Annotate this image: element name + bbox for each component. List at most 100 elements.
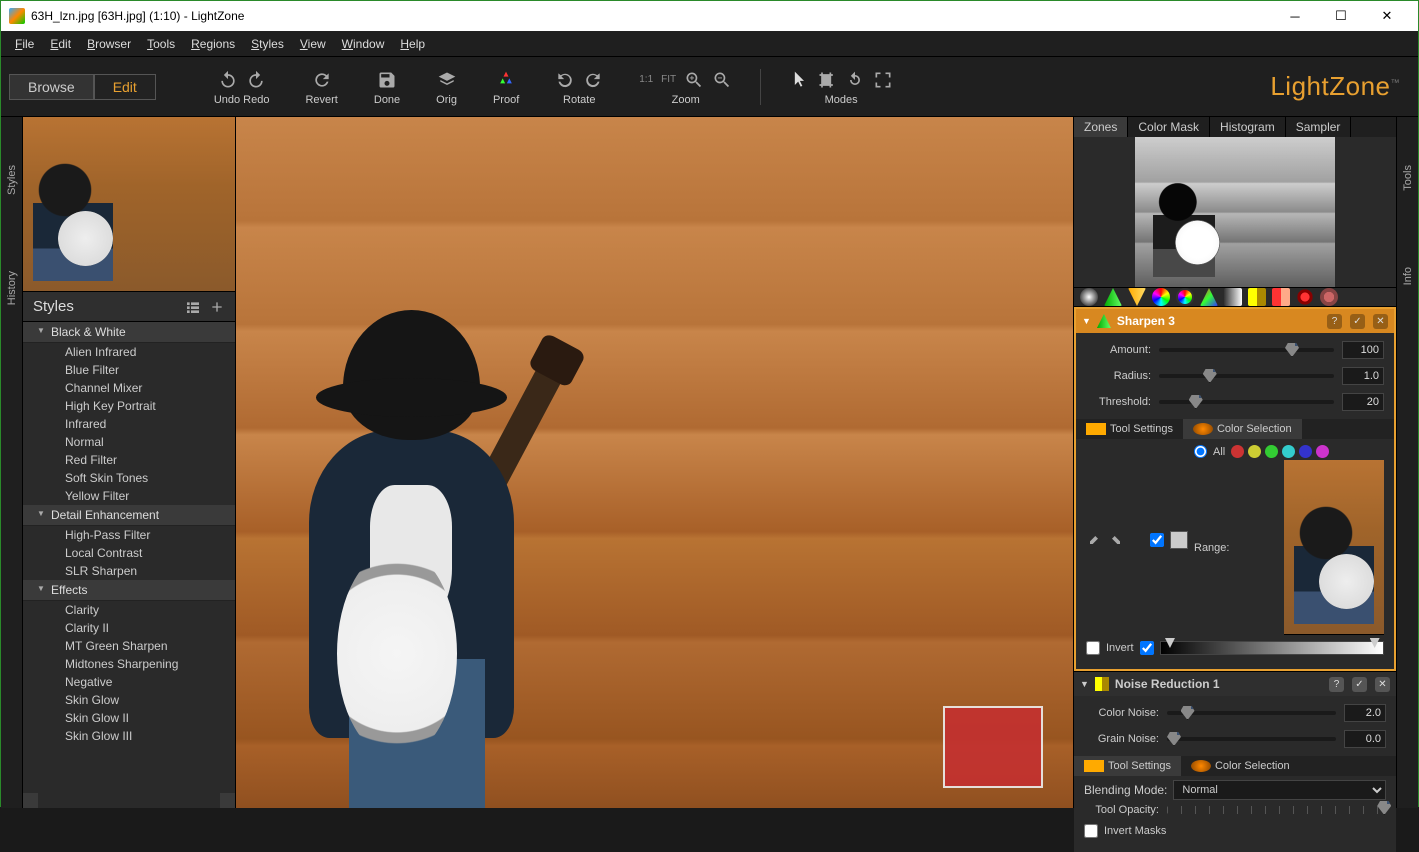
enable-checkbox[interactable]: ✓ (1352, 677, 1367, 692)
amount-slider[interactable] (1159, 348, 1334, 352)
style-group[interactable]: Effects (23, 580, 235, 601)
radius-value[interactable]: 1.0 (1342, 367, 1384, 385)
magenta-dot[interactable] (1316, 445, 1329, 458)
style-item[interactable]: Clarity (23, 601, 235, 619)
thumbnail-preview[interactable] (23, 117, 235, 292)
style-item[interactable]: SLR Sharpen (23, 562, 235, 580)
tool-clone-icon[interactable] (1296, 288, 1314, 306)
styles-list-icon[interactable] (185, 299, 201, 315)
invert-masks-checkbox[interactable] (1084, 824, 1098, 838)
minimize-button[interactable]: ─ (1272, 1, 1318, 31)
zoom-in-icon[interactable] (684, 70, 704, 90)
style-item[interactable]: Channel Mixer (23, 379, 235, 397)
green-dot[interactable] (1265, 445, 1278, 458)
collapse-icon[interactable]: ▼ (1080, 679, 1089, 689)
invert-label[interactable]: Invert (1106, 642, 1134, 654)
color-swatch[interactable] (1170, 531, 1188, 549)
style-item[interactable]: Midtones Sharpening (23, 655, 235, 673)
menu-window[interactable]: Window (334, 34, 393, 54)
redo-icon[interactable] (246, 70, 266, 90)
style-item[interactable]: Negative (23, 673, 235, 691)
menu-tools[interactable]: Tools (139, 34, 183, 54)
grain-noise-value[interactable]: 0.0 (1344, 730, 1386, 748)
orig-icon[interactable] (437, 70, 457, 90)
eyedropper-remove-icon[interactable] (1108, 532, 1124, 548)
tool-blackwhite-icon[interactable] (1248, 288, 1266, 306)
side-tab-styles[interactable]: Styles (4, 157, 20, 203)
style-item[interactable]: MT Green Sharpen (23, 637, 235, 655)
tool-settings-tab[interactable]: Tool Settings (1074, 756, 1181, 776)
color-selection-tab[interactable]: Color Selection (1183, 419, 1302, 439)
maximize-button[interactable]: ☐ (1318, 1, 1364, 31)
red-dot[interactable] (1231, 445, 1244, 458)
zoom-out-icon[interactable] (712, 70, 732, 90)
rotate-left-icon[interactable] (555, 70, 575, 90)
tool-zonemapper-icon[interactable] (1080, 288, 1098, 306)
collapse-icon[interactable]: ▼ (1082, 316, 1091, 326)
close-button[interactable]: ✕ (1364, 1, 1410, 31)
tool-gaussian-icon[interactable] (1152, 288, 1170, 306)
range-slider[interactable] (1244, 460, 1344, 635)
help-icon[interactable]: ? (1327, 314, 1342, 329)
style-item[interactable]: Skin Glow III (23, 727, 235, 745)
all-label[interactable]: All (1213, 446, 1225, 458)
region-mode-icon[interactable] (873, 70, 893, 90)
luminosity-gradient[interactable] (1160, 641, 1384, 655)
tab-zones[interactable]: Zones (1074, 117, 1128, 137)
tool-noise-icon[interactable] (1272, 288, 1290, 306)
style-item[interactable]: High-Pass Filter (23, 526, 235, 544)
blue-dot[interactable] (1299, 445, 1312, 458)
invert-checkbox[interactable] (1086, 641, 1100, 655)
style-item[interactable]: Infrared (23, 415, 235, 433)
done-icon[interactable] (377, 70, 397, 90)
styles-hscroll[interactable] (23, 793, 235, 808)
tool-settings-tab[interactable]: Tool Settings (1076, 419, 1183, 439)
threshold-slider[interactable] (1159, 400, 1334, 404)
delete-icon[interactable]: ✕ (1373, 314, 1388, 329)
menu-view[interactable]: View (292, 34, 334, 54)
tab-histogram[interactable]: Histogram (1210, 117, 1286, 137)
style-item[interactable]: Blue Filter (23, 361, 235, 379)
style-item[interactable]: Local Contrast (23, 544, 235, 562)
rotate-right-icon[interactable] (583, 70, 603, 90)
amount-value[interactable]: 100 (1342, 341, 1384, 359)
color-noise-slider[interactable] (1167, 711, 1336, 715)
style-group[interactable]: Detail Enhancement (23, 505, 235, 526)
tool-opacity-slider[interactable] (1167, 806, 1386, 814)
canvas[interactable] (236, 117, 1073, 808)
all-radio[interactable] (1194, 445, 1207, 458)
menu-styles[interactable]: Styles (243, 34, 292, 54)
style-group[interactable]: Black & White (23, 322, 235, 343)
radius-slider[interactable] (1159, 374, 1334, 378)
tool-colorbalance-icon[interactable] (1200, 288, 1218, 306)
menu-browser[interactable]: Browser (79, 34, 139, 54)
style-item[interactable]: Skin Glow II (23, 709, 235, 727)
proof-icon[interactable] (496, 70, 516, 90)
styles-list[interactable]: Black & WhiteAlien InfraredBlue FilterCh… (23, 322, 235, 793)
revert-icon[interactable] (312, 70, 332, 90)
eyedropper-add-icon[interactable] (1086, 532, 1102, 548)
style-item[interactable]: Red Filter (23, 451, 235, 469)
style-item[interactable]: Skin Glow (23, 691, 235, 709)
color-selection-tab[interactable]: Color Selection (1181, 756, 1300, 776)
styles-add-icon[interactable] (209, 299, 225, 315)
style-item[interactable]: Alien Infrared (23, 343, 235, 361)
tool-relight-icon[interactable] (1104, 288, 1122, 306)
side-tab-tools[interactable]: Tools (1400, 157, 1416, 199)
side-tab-history[interactable]: History (4, 263, 20, 313)
menu-regions[interactable]: Regions (183, 34, 243, 54)
style-item[interactable]: High Key Portrait (23, 397, 235, 415)
grain-noise-slider[interactable] (1167, 737, 1336, 741)
sharpen-header[interactable]: ▼ Sharpen 3 ? ✓ ✕ (1076, 309, 1394, 333)
undo-icon[interactable] (218, 70, 238, 90)
tab-color-mask[interactable]: Color Mask (1128, 117, 1210, 137)
enable-checkbox[interactable]: ✓ (1350, 314, 1365, 329)
menu-file[interactable]: File (7, 34, 42, 54)
style-item[interactable]: Normal (23, 433, 235, 451)
style-item[interactable]: Clarity II (23, 619, 235, 637)
luminosity-checkbox[interactable] (1140, 641, 1154, 655)
browse-mode-button[interactable]: Browse (9, 74, 94, 100)
threshold-value[interactable]: 20 (1342, 393, 1384, 411)
zoom-1to1[interactable]: 1:1 (639, 74, 653, 85)
zones-preview[interactable] (1074, 137, 1396, 287)
